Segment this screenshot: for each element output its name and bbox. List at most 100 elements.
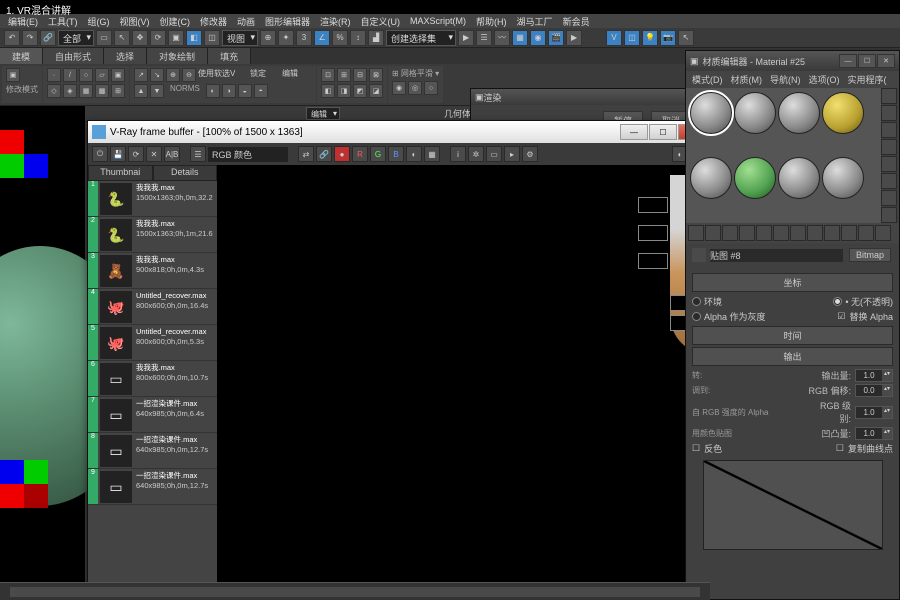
s7-icon[interactable]: ◩: [353, 84, 367, 98]
menu-modifier[interactable]: 修改器: [200, 15, 227, 28]
menu-render[interactable]: 渲染(R): [320, 15, 351, 28]
s3-icon[interactable]: ⊟: [353, 68, 367, 82]
mat-name-dropdown[interactable]: 贴图 #8: [710, 249, 843, 262]
light-icon[interactable]: 💡: [642, 30, 658, 46]
medit-menu-mode[interactable]: 模式(D): [692, 73, 723, 86]
vfb-icon[interactable]: ◫: [624, 30, 640, 46]
n5-icon[interactable]: ◒: [238, 84, 252, 98]
minimize-button[interactable]: —: [620, 124, 648, 140]
n2-icon[interactable]: ▼: [150, 84, 164, 98]
s4-icon[interactable]: ⊠: [369, 68, 383, 82]
rotate-icon[interactable]: ⟳: [150, 30, 166, 46]
menu-group[interactable]: 组(G): [88, 15, 110, 28]
tab-fill[interactable]: 填充: [208, 48, 251, 64]
n6-icon[interactable]: ◓: [254, 84, 268, 98]
r4-icon[interactable]: ▩: [95, 84, 109, 98]
s8-icon[interactable]: ◪: [369, 84, 383, 98]
softsel-dd[interactable]: 使用软选V: [198, 68, 248, 81]
edge-icon[interactable]: /: [63, 68, 77, 82]
put-mat-icon[interactable]: [705, 225, 721, 241]
swatch-red[interactable]: [0, 130, 24, 154]
record-icon[interactable]: ●: [334, 146, 350, 162]
alpha-icon[interactable]: ◐: [406, 146, 422, 162]
make-icon[interactable]: [881, 190, 897, 206]
vfb-titlebar[interactable]: V-Ray frame buffer - [100% of 1500 x 136…: [88, 121, 710, 143]
output-curve[interactable]: [703, 460, 883, 550]
select-icon[interactable]: ▭: [96, 30, 112, 46]
medit-menu-nav[interactable]: 导航(N): [770, 73, 801, 86]
snap-icon[interactable]: ◧: [186, 30, 202, 46]
history-row[interactable]: 6▭我我我.max800x600;0h,0m,10.7s: [88, 361, 217, 397]
menu-plugin2[interactable]: 新会员: [563, 15, 590, 28]
vray-icon[interactable]: V: [606, 30, 622, 46]
sample-slot[interactable]: [778, 92, 820, 134]
backlight-icon[interactable]: [881, 105, 897, 121]
e3-icon[interactable]: ⊕: [166, 68, 180, 82]
medit-max-button[interactable]: ☐: [858, 54, 876, 68]
material-editor[interactable]: ▣ 材质编辑器 - Material #25 —☐✕ 模式(D) 材质(M) 导…: [685, 50, 900, 600]
history-row[interactable]: 3🧸我我我.max900x818;0h,0m,4.3s: [88, 253, 217, 289]
info-icon[interactable]: i: [450, 146, 466, 162]
menu-edit[interactable]: 编辑(E): [8, 15, 38, 28]
output-header[interactable]: 输出: [692, 347, 893, 366]
redo-icon[interactable]: ↷: [22, 30, 38, 46]
uv-icon[interactable]: [881, 139, 897, 155]
vid-icon[interactable]: [881, 156, 897, 172]
medit-min-button[interactable]: —: [839, 54, 857, 68]
link-icon[interactable]: 🔗: [40, 30, 56, 46]
medit-menu-opt[interactable]: 选项(O): [809, 73, 840, 86]
scale-icon[interactable]: ▣: [168, 30, 184, 46]
refcoord-dropdown[interactable]: 视图: [222, 30, 258, 46]
sample-type-icon[interactable]: [881, 88, 897, 104]
sample-slot[interactable]: [822, 157, 864, 199]
spinner[interactable]: 1.0▴▾: [855, 427, 893, 440]
matbrowse-icon[interactable]: ◉: [530, 30, 546, 46]
menu-plugin1[interactable]: 湖马工厂: [517, 15, 553, 28]
medit-close-button[interactable]: ✕: [877, 54, 895, 68]
sample-slot[interactable]: [734, 157, 776, 199]
snap3-icon[interactable]: 3: [296, 30, 312, 46]
rprog-title[interactable]: ▣ 渲染: [471, 89, 699, 105]
copy-icon[interactable]: [756, 225, 772, 241]
tab-modeling[interactable]: 建模: [0, 48, 43, 64]
swatch-red2[interactable]: [0, 484, 24, 508]
history-row[interactable]: 5🐙Untitled_recover.max800x600;0h,0m,5.3s: [88, 325, 217, 361]
e2-icon[interactable]: ↘: [150, 68, 164, 82]
history-row[interactable]: 8▭一招渲染课件.max640x985;0h,0m,12.7s: [88, 433, 217, 469]
tab-paint[interactable]: 对象绘制: [147, 48, 208, 64]
sample-slot[interactable]: [822, 92, 864, 134]
filter-dropdown[interactable]: 全部: [58, 30, 94, 46]
history-row[interactable]: 1🐍我我我.max1500x1363;0h,0m,32.2: [88, 181, 217, 217]
spinner[interactable]: 0.0▴▾: [855, 384, 893, 397]
curve-icon[interactable]: 〰: [494, 30, 510, 46]
power-icon[interactable]: ⏻: [92, 146, 108, 162]
radio-alpha[interactable]: Alpha 作为灰度: [692, 310, 766, 323]
history-row[interactable]: 7▭一招渲染课件.max640x985;0h,0m,6.4s: [88, 397, 217, 433]
border-icon[interactable]: ○: [79, 68, 93, 82]
s2-icon[interactable]: ⊞: [337, 68, 351, 82]
schematic-icon[interactable]: ▦: [512, 30, 528, 46]
assign-icon[interactable]: [722, 225, 738, 241]
show-map-icon[interactable]: [824, 225, 840, 241]
mat-id-icon[interactable]: [807, 225, 823, 241]
r2-icon[interactable]: ◈: [63, 84, 77, 98]
spinner-icon[interactable]: ↕: [350, 30, 366, 46]
radio-none[interactable]: • 无(不透明): [833, 295, 893, 308]
medit-titlebar[interactable]: ▣ 材质编辑器 - Material #25 —☐✕: [686, 51, 899, 71]
arrow2-icon[interactable]: ↖: [678, 30, 694, 46]
menu-view[interactable]: 视图(V): [120, 15, 150, 28]
spinner[interactable]: 1.0▴▾: [855, 406, 893, 419]
quickrender-icon[interactable]: ▶: [566, 30, 582, 46]
rf-dd1[interactable]: 编辑: [306, 107, 340, 120]
history-row[interactable]: 4🐙Untitled_recover.max800x600;0h,0m,16.4…: [88, 289, 217, 325]
arrow-icon[interactable]: ↖: [114, 30, 130, 46]
menu-help[interactable]: 帮助(H): [476, 15, 507, 28]
save-icon[interactable]: 💾: [110, 146, 126, 162]
medit-menu-mat[interactable]: 材质(M): [731, 73, 763, 86]
undo-icon[interactable]: ↶: [4, 30, 20, 46]
sample-slot[interactable]: [778, 157, 820, 199]
sel-icon[interactable]: [881, 207, 897, 223]
r-channel-icon[interactable]: R: [352, 146, 368, 162]
n1-icon[interactable]: ▲: [134, 84, 148, 98]
ab-icon[interactable]: A|B: [164, 146, 180, 162]
